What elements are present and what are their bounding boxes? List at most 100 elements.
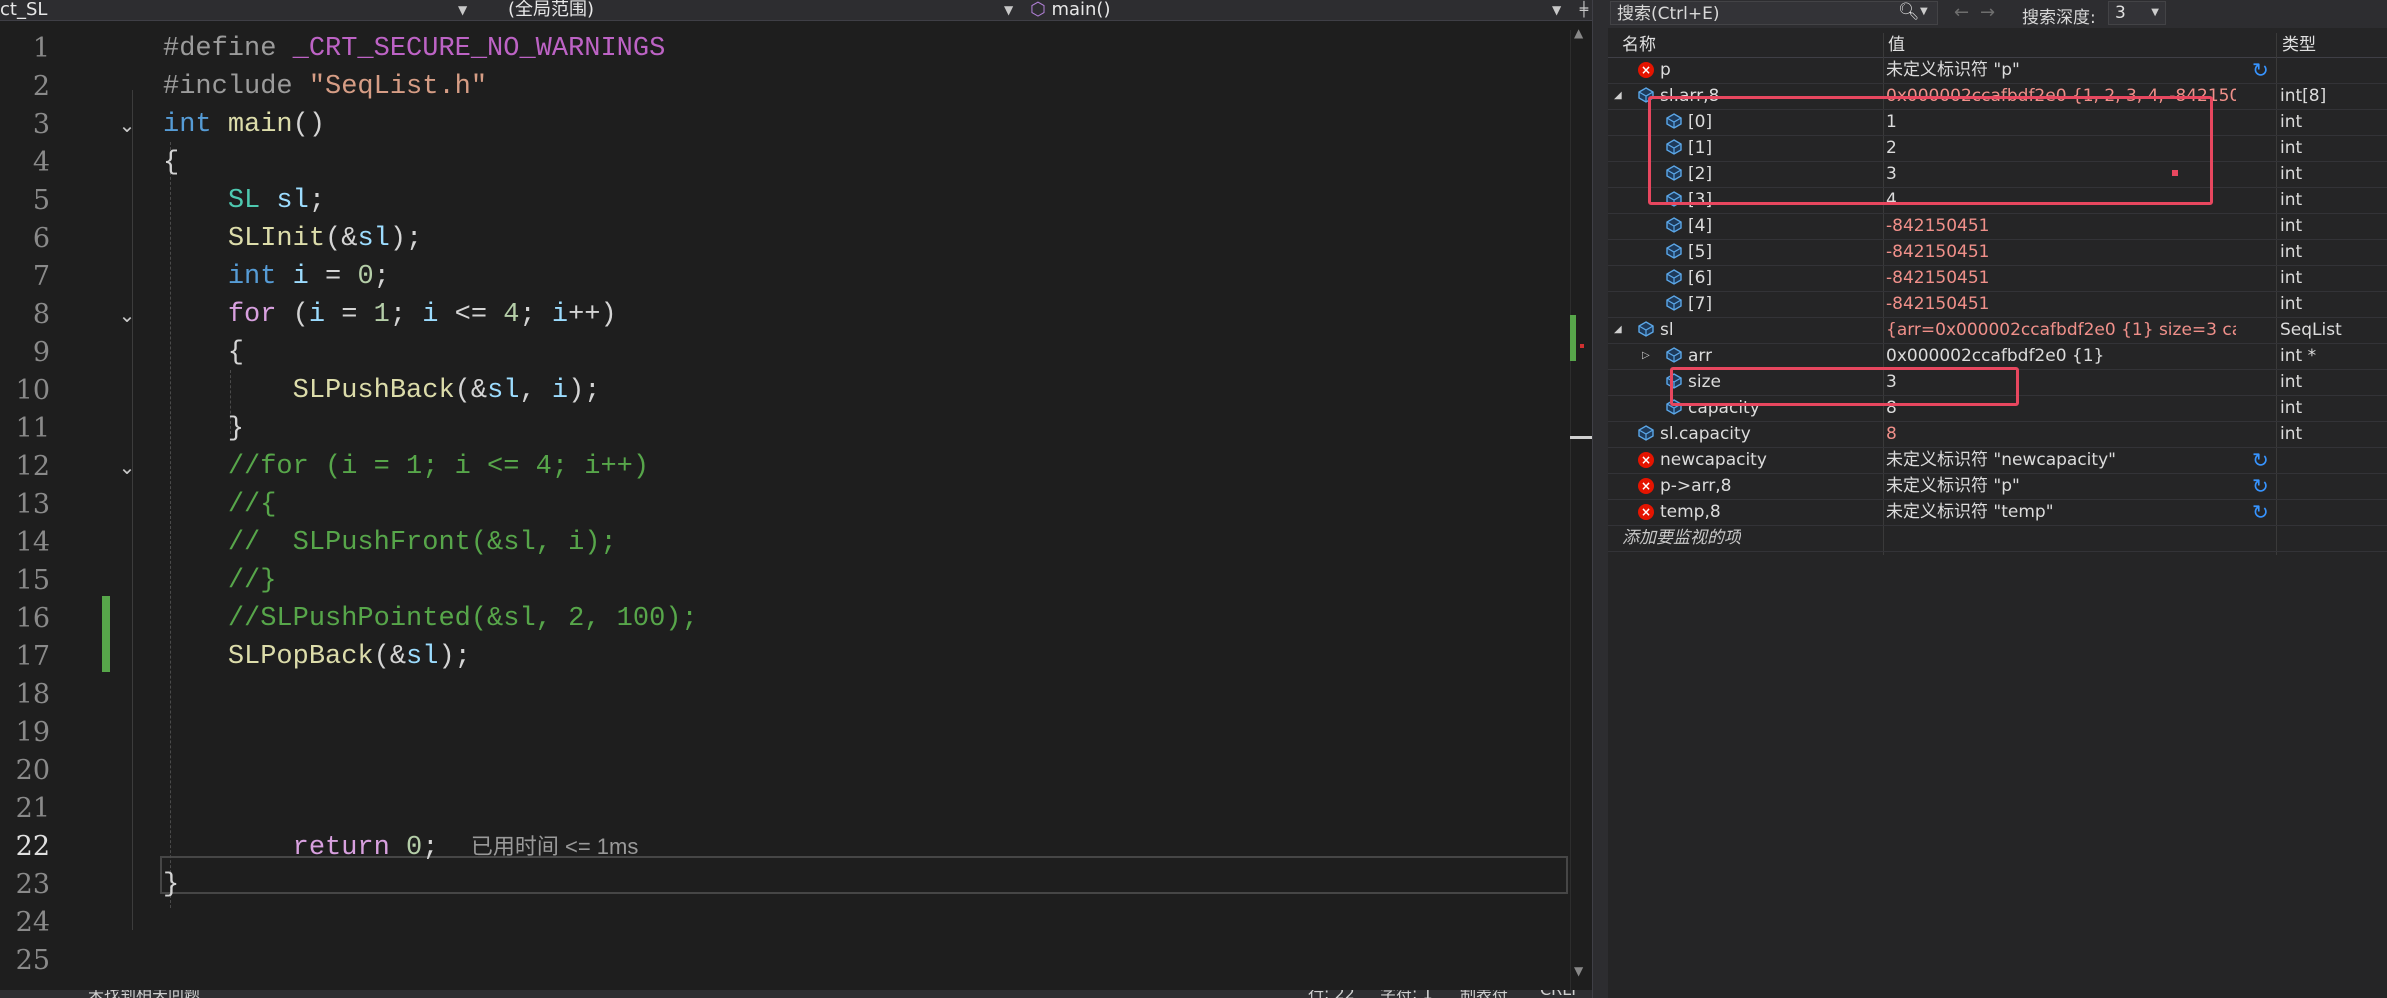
watch-value[interactable]: -842150451 [1886, 213, 2236, 239]
code-token: sl [357, 224, 390, 254]
watch-type [2280, 473, 2384, 499]
code-line[interactable]: #define _CRT_SECURE_NO_WARNINGS [163, 30, 665, 68]
watch-row[interactable]: [6] -842150451 int [1608, 265, 2387, 292]
code-line[interactable]: int i = 0; [163, 258, 390, 296]
code-token: // SLPushFront(&sl, i); [227, 528, 617, 558]
project-label: ct_SL [0, 0, 48, 20]
line-number: 16 [15, 603, 50, 634]
watch-name[interactable]: [6] [1688, 265, 1712, 291]
watch-name[interactable]: temp,8 [1660, 499, 1721, 525]
fold-chevron-icon[interactable]: ⌄ [116, 106, 138, 144]
column-type-header[interactable]: 类型 [2282, 33, 2316, 57]
code-line[interactable]: int main() [163, 106, 325, 144]
fold-chevron-icon[interactable]: ⌄ [116, 296, 138, 334]
variable-icon [1638, 321, 1654, 337]
code-line[interactable]: return 0; 已用时间 <= 1ms [163, 828, 639, 866]
refresh-icon[interactable]: ↻ [2252, 475, 2269, 497]
code-line[interactable]: //SLPushPointed(&sl, 2, 100); [163, 600, 698, 638]
code-area[interactable]: 1 #define _CRT_SECURE_NO_WARNINGS 2 #includ… [0, 30, 1570, 990]
watch-row[interactable]: ▷ arr 0x000002ccafbdf2e0 {1} int * [1608, 343, 2387, 370]
code-line[interactable]: //for (i = 1; i <= 4; i++) [163, 448, 649, 486]
add-watch-row[interactable]: 添加要监视的项 [1608, 525, 2387, 552]
watch-value[interactable]: 8 [1886, 421, 2236, 447]
watch-row[interactable]: [5] -842150451 int [1608, 239, 2387, 266]
project-dropdown[interactable]: ct_SL [0, 0, 300, 20]
arrow-right-icon[interactable]: → [1980, 2, 1995, 23]
eol-indicator[interactable]: CRLF [1540, 990, 1580, 998]
collapse-icon[interactable]: ◢ [1614, 83, 1622, 109]
expand-icon[interactable]: ▷ [1642, 343, 1650, 369]
watch-value[interactable]: -842150451 [1886, 265, 2236, 291]
panel-splitter[interactable] [1592, 0, 1609, 998]
watch-toolbar: 搜索(Ctrl+E) 🔍︎ ▼ ← → 搜索深度: 3 ▼ [1608, 0, 2387, 28]
code-line[interactable]: #include "SeqList.h" [163, 68, 487, 106]
chevron-down-icon[interactable]: ▼ [1920, 1, 1928, 23]
code-line[interactable]: SLPopBack(&sl); [163, 638, 471, 676]
tabs-indicator[interactable]: 制表符 [1460, 990, 1508, 998]
watch-row[interactable]: × p 未定义标识符 "p" ↻ [1608, 57, 2387, 84]
watch-row[interactable]: [4] -842150451 int [1608, 213, 2387, 240]
search-icon[interactable]: 🔍︎ [1898, 1, 1920, 23]
code-line[interactable]: SLPushBack(&sl, i); [163, 372, 601, 410]
column-value-header[interactable]: 值 [1888, 33, 1905, 57]
search-depth-select[interactable]: 3 ▼ [2108, 1, 2166, 25]
scroll-up-icon[interactable]: ▲ [1574, 26, 1583, 40]
code-line[interactable]: } [163, 410, 244, 448]
watch-row[interactable]: sl.capacity 8 int [1608, 421, 2387, 448]
arrow-left-icon[interactable]: ← [1954, 2, 1969, 23]
refresh-icon[interactable]: ↻ [2252, 449, 2269, 471]
scroll-down-icon[interactable]: ▼ [1574, 964, 1583, 978]
watch-row[interactable]: × temp,8 未定义标识符 "temp" ↻ [1608, 499, 2387, 526]
issues-status[interactable]: 未找到相关问题 [88, 990, 200, 998]
watch-row[interactable]: × newcapacity 未定义标识符 "newcapacity" ↻ [1608, 447, 2387, 474]
search-input[interactable]: 搜索(Ctrl+E) [1610, 1, 1938, 25]
split-icon[interactable]: ╪ [1576, 0, 1592, 20]
watch-name[interactable]: [5] [1688, 239, 1712, 265]
code-token: int [163, 110, 212, 140]
watch-value[interactable]: 0x000002ccafbdf2e0 {1} [1886, 343, 2236, 369]
watch-name[interactable]: newcapacity [1660, 447, 1767, 473]
chevron-down-icon[interactable]: ▼ [1004, 0, 1013, 20]
watch-name[interactable]: [4] [1688, 213, 1712, 239]
code-line[interactable]: { [163, 334, 244, 372]
code-line[interactable]: SLInit(&sl); [163, 220, 422, 258]
watch-name[interactable]: p->arr,8 [1660, 473, 1732, 499]
collapse-icon[interactable]: ◢ [1614, 317, 1622, 343]
watch-name[interactable]: arr [1688, 343, 1712, 369]
watch-value[interactable]: -842150451 [1886, 239, 2236, 265]
watch-row[interactable]: ◢ sl {arr=0x000002ccafbdf2e0 {1} size=3 ca… [1608, 317, 2387, 344]
code-line[interactable]: //} [163, 562, 277, 600]
refresh-icon[interactable]: ↻ [2252, 59, 2269, 81]
watch-name[interactable]: sl [1660, 317, 1674, 343]
code-line[interactable]: SL sl; [163, 182, 325, 220]
chevron-down-icon[interactable]: ▼ [458, 0, 467, 20]
watch-name[interactable]: [7] [1688, 291, 1712, 317]
perf-tip[interactable]: 已用时间 <= 1ms [471, 834, 638, 859]
watch-name[interactable]: p [1660, 57, 1671, 83]
refresh-icon[interactable]: ↻ [2252, 501, 2269, 523]
scope-dropdown[interactable]: (全局范围) [508, 0, 1008, 20]
code-line[interactable]: { [163, 144, 179, 182]
function-dropdown[interactable]: ⬡ main() [1030, 0, 1550, 20]
watch-value[interactable]: -842150451 [1886, 291, 2236, 317]
fold-chevron-icon[interactable]: ⌄ [116, 448, 138, 486]
code-line[interactable]: } [163, 866, 179, 904]
watch-value[interactable]: 未定义标识符 "p" [1886, 57, 2236, 83]
vertical-scrollbar[interactable] [1570, 30, 1593, 990]
watch-row[interactable]: [7] -842150451 int [1608, 291, 2387, 318]
line-number: 19 [15, 717, 50, 748]
watch-row[interactable]: × p->arr,8 未定义标识符 "p" ↻ [1608, 473, 2387, 500]
watch-value[interactable]: 未定义标识符 "newcapacity" [1886, 447, 2236, 473]
code-editor[interactable]: ct_SL ▼ (全局范围) ▼ ⬡ main() ▼ ╪ 1 #define _… [0, 0, 1593, 998]
watch-name[interactable]: sl.capacity [1660, 421, 1751, 447]
code-line[interactable]: // SLPushFront(&sl, i); [163, 524, 617, 562]
code-line[interactable]: for (i = 1; i <= 4; i++) [163, 296, 617, 334]
watch-value[interactable]: 未定义标识符 "temp" [1886, 499, 2236, 525]
watch-value[interactable]: {arr=0x000002ccafbdf2e0 {1} size=3 capac… [1886, 317, 2236, 343]
column-name-header[interactable]: 名称 [1622, 33, 1656, 57]
watch-value[interactable]: 未定义标识符 "p" [1886, 473, 2236, 499]
chevron-down-icon[interactable]: ▼ [1552, 0, 1561, 20]
code-line[interactable]: //{ [163, 486, 277, 524]
code-token: _CRT_SECURE_NO_WARNINGS [292, 34, 666, 64]
